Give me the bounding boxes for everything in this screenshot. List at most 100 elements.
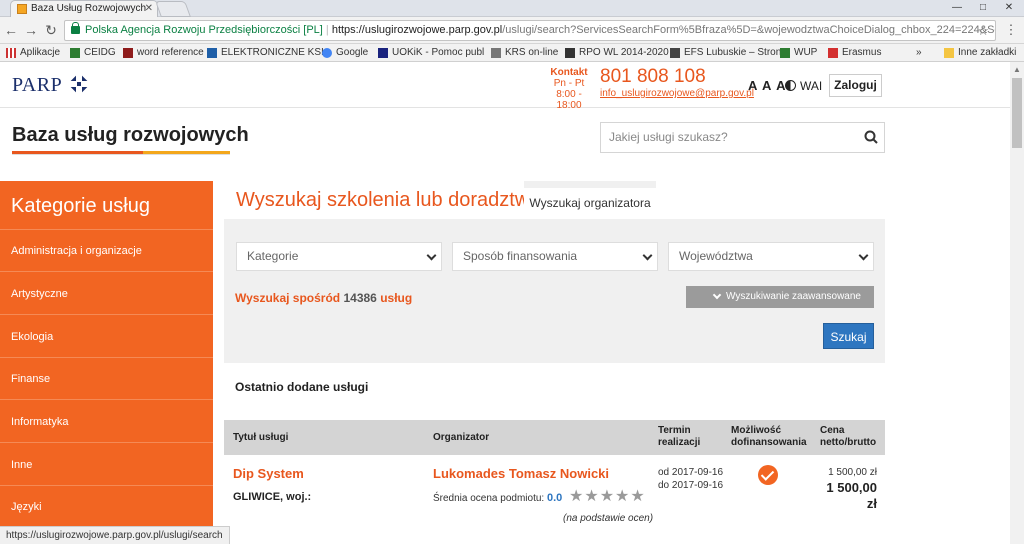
sidebar-item-finanse[interactable]: Finanse xyxy=(11,373,50,385)
bookmark-star-icon[interactable]: ☆ xyxy=(977,21,989,40)
bookmark-favicon-icon xyxy=(207,48,217,58)
google-icon xyxy=(322,48,332,58)
font-size-switcher[interactable]: A A A xyxy=(748,78,786,93)
bookmark-favicon-icon xyxy=(565,48,575,58)
close-window-icon[interactable]: ✕ xyxy=(996,0,1022,17)
browser-toolbar: ← → ↻ Polska Agencja Rozwoju Przedsiębio… xyxy=(0,17,1024,44)
bookmark-item[interactable]: CEIDG xyxy=(70,44,116,61)
rating-value: 0.0 xyxy=(546,492,563,504)
status-bar-url: https://uslugirozwojowe.parp.gov.pl/uslu… xyxy=(0,526,230,544)
other-bookmarks-folder[interactable]: Inne zakładki xyxy=(944,44,1016,61)
page-title[interactable]: Baza usług rozwojowych xyxy=(12,124,249,147)
contrast-icon[interactable] xyxy=(785,80,796,91)
service-dates: od 2017-09-16 do 2017-09-16 xyxy=(658,466,723,492)
chevron-down-icon xyxy=(858,250,869,261)
sidebar-item-ekologia[interactable]: Ekologia xyxy=(11,331,53,343)
forward-arrow-icon[interactable]: → xyxy=(22,21,40,39)
security-label: Polska Agencja Rozwoju Przedsiębiorczośc… xyxy=(85,24,323,36)
price-currency: zł xyxy=(866,496,877,511)
parp-logo-mark-icon xyxy=(67,72,91,96)
service-search-input[interactable]: Jakiej usługi szukasz? xyxy=(600,122,885,153)
service-count: Wyszukaj spośród 14386 usług xyxy=(235,291,413,305)
star-icon: ★ xyxy=(599,488,616,505)
parp-logo[interactable]: PARP xyxy=(12,74,62,97)
category-select[interactable]: Kategorie xyxy=(236,242,442,271)
bookmark-item[interactable]: word reference xyxy=(123,44,204,61)
bookmarks-overflow[interactable]: » xyxy=(916,44,922,61)
search-button[interactable]: Szukaj xyxy=(823,323,874,349)
divider xyxy=(0,485,213,486)
bookmark-favicon-icon xyxy=(780,48,790,58)
browser-tab[interactable]: Baza Usług Rozwojowych ✕ xyxy=(10,0,158,17)
divider xyxy=(0,314,213,315)
chevron-down-icon xyxy=(712,290,722,300)
bookmark-item[interactable]: ELEKTRONICZNE KSI xyxy=(207,44,324,61)
bookmark-item[interactable]: EFS Lubuskie – Stron xyxy=(670,44,781,61)
scroll-up-icon[interactable]: ▲ xyxy=(1013,65,1021,74)
sidebar-item-artystyczne[interactable]: Artystyczne xyxy=(11,288,68,300)
contact-days: Pn - Pt xyxy=(553,78,585,89)
column-header-funding: Możliwość dofinansowania xyxy=(731,425,807,448)
price-net: 1 500,00 zł xyxy=(828,467,877,478)
column-header-price: Cena netto/brutto xyxy=(820,425,877,448)
sidebar-item-informatyka[interactable]: Informatyka xyxy=(11,416,68,428)
new-tab-button[interactable] xyxy=(155,1,191,17)
reload-icon[interactable]: ↻ xyxy=(42,21,60,39)
minimize-window-icon[interactable]: — xyxy=(944,0,970,17)
contact-hours-value: 8:00 - 18:00 xyxy=(556,89,582,111)
sidebar-item-inne[interactable]: Inne xyxy=(11,459,32,471)
contact-phone: 801 808 108 xyxy=(600,66,706,87)
browser-tab-title: Baza Usług Rozwojowych xyxy=(31,3,147,14)
bookmark-favicon-icon xyxy=(378,48,388,58)
bookmark-item[interactable]: UOKiK - Pomoc publ xyxy=(378,44,484,61)
advanced-search-button[interactable]: Wyszukiwanie zaawansowane xyxy=(686,286,874,308)
browser-tab-bar: Baza Usług Rozwojowych ✕ — □ ✕ xyxy=(0,0,1024,17)
address-bar[interactable]: Polska Agencja Rozwoju Przedsiębiorczośc… xyxy=(64,20,996,41)
bookmark-item[interactable]: WUP xyxy=(780,44,817,61)
maximize-window-icon[interactable]: □ xyxy=(970,0,996,17)
apps-grid-icon xyxy=(6,48,16,58)
search-icon[interactable] xyxy=(864,130,878,144)
star-icon: ★ xyxy=(615,488,631,505)
star-icon: ★ xyxy=(569,488,585,505)
divider xyxy=(0,271,213,272)
close-tab-icon[interactable]: ✕ xyxy=(145,1,153,17)
service-title-link[interactable]: Dip System xyxy=(233,466,304,481)
browser-menu-icon[interactable]: ⋮ xyxy=(1002,21,1020,39)
bookmark-item[interactable]: Erasmus xyxy=(828,44,881,61)
region-select[interactable]: Województwa xyxy=(668,242,874,271)
sidebar-item-administracja[interactable]: Administracja i organizacje xyxy=(11,245,142,257)
chevron-down-icon xyxy=(642,250,653,261)
bookmark-item[interactable]: KRS on-line xyxy=(491,44,558,61)
rating-basis: (na podstawie ocen) xyxy=(563,513,654,524)
bookmark-item[interactable]: RPO WL 2014-2020 xyxy=(565,44,669,61)
divider xyxy=(12,154,230,155)
tab-search-services[interactable]: Wyszukaj szkolenia lub doradztwo xyxy=(236,189,540,212)
back-arrow-icon[interactable]: ← xyxy=(2,21,20,39)
bookmark-item[interactable]: Google xyxy=(322,44,368,61)
tab-strip-background xyxy=(656,181,885,219)
tab-search-organizer[interactable]: Wyszukaj organizatora xyxy=(524,188,656,219)
wai-link[interactable]: WAI xyxy=(800,79,822,93)
bookmark-apps[interactable]: Aplikacje xyxy=(6,44,60,61)
divider xyxy=(0,442,213,443)
scrollbar-thumb[interactable] xyxy=(1012,78,1022,148)
category-sidebar: Kategorie usług Administracja i organiza… xyxy=(0,181,213,544)
page-scrollbar[interactable]: ▲ xyxy=(1010,62,1024,544)
contact-email-link[interactable]: info_uslugirozwojowe@parp.gov.pl xyxy=(600,88,754,99)
login-button[interactable]: Zaloguj xyxy=(829,74,882,97)
bookmark-favicon-icon xyxy=(828,48,838,58)
chevron-down-icon xyxy=(426,250,437,261)
sidebar-item-jezyki[interactable]: Języki xyxy=(11,501,42,513)
contact-hours: Kontakt Pn - Pt 8:00 - 18:00 xyxy=(546,67,592,111)
divider xyxy=(0,229,213,230)
organizer-link[interactable]: Lukomades Tomasz Nowicki xyxy=(433,466,609,481)
column-header-term: Termin realizacji xyxy=(658,425,701,448)
site-header: PARP Kontakt Pn - Pt 8:00 - 18:00 801 80… xyxy=(0,62,1010,111)
financing-select[interactable]: Sposób finansowania xyxy=(452,242,658,271)
url-host: https://uslugirozwojowe.parp.gov.pl xyxy=(331,24,503,36)
divider xyxy=(0,357,213,358)
lock-icon xyxy=(71,22,80,34)
bookmark-favicon-icon xyxy=(670,48,680,58)
service-location: GLIWICE, woj.: xyxy=(233,491,312,503)
